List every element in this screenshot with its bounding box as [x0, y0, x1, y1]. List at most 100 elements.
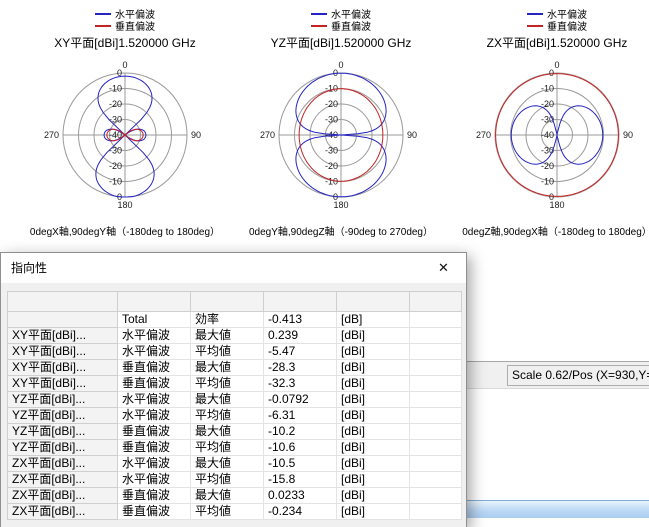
grid-column-header[interactable] [191, 292, 264, 312]
cell-value[interactable]: -0.234 [264, 504, 337, 520]
cell-polarization[interactable]: 垂直偏波 [118, 376, 191, 392]
table-row: ZX平面[dBi]...垂直偏波最大値0.0233[dBi] [8, 488, 462, 504]
cell-value[interactable]: -0.0792 [264, 392, 337, 408]
chart-caption: 0degZ軸,90degX軸（-180deg to 180deg） [462, 223, 649, 238]
row-header-plane[interactable]: YZ平面[dBi]... [8, 392, 118, 408]
cell-value[interactable]: 0.0233 [264, 488, 337, 504]
cell-statistic[interactable]: 効率 [191, 312, 264, 328]
table-row: YZ平面[dBi]...水平偏波最大値-0.0792[dBi] [8, 392, 462, 408]
table-row: ZX平面[dBi]...水平偏波平均値-15.8[dBi] [8, 472, 462, 488]
grid-column-header[interactable] [264, 292, 337, 312]
row-header-plane[interactable] [8, 312, 118, 328]
cell-statistic[interactable]: 平均値 [191, 344, 264, 360]
grid-corner-header[interactable] [8, 292, 118, 312]
cell-polarization[interactable]: 水平偏波 [118, 408, 191, 424]
cell-statistic[interactable]: 平均値 [191, 376, 264, 392]
table-row: YZ平面[dBi]...垂直偏波平均値-10.6[dBi] [8, 440, 462, 456]
cell-polarization[interactable]: Total [118, 312, 191, 328]
angle-label-180: 180 [333, 200, 348, 210]
chart-caption: 0degY軸,90degZ軸（-90deg to 270deg） [249, 223, 433, 238]
cell-unit[interactable]: [dBi] [337, 328, 410, 344]
cell-statistic[interactable]: 平均値 [191, 504, 264, 520]
legend-line-swatch [311, 13, 327, 15]
row-header-plane[interactable]: XY平面[dBi]... [8, 376, 118, 392]
row-header-plane[interactable]: XY平面[dBi]... [8, 360, 118, 376]
cell-unit[interactable]: [dBi] [337, 472, 410, 488]
cell-statistic[interactable]: 最大値 [191, 424, 264, 440]
cell-polarization[interactable]: 垂直偏波 [118, 360, 191, 376]
row-header-plane[interactable]: XY平面[dBi]... [8, 344, 118, 360]
cell-value[interactable]: -10.5 [264, 456, 337, 472]
cell-polarization[interactable]: 垂直偏波 [118, 488, 191, 504]
radial-tick-label: -20 [109, 161, 122, 171]
cell-statistic[interactable]: 平均値 [191, 472, 264, 488]
cell-unit[interactable]: [dBi] [337, 392, 410, 408]
row-header-plane[interactable]: YZ平面[dBi]... [8, 424, 118, 440]
cell-statistic[interactable]: 最大値 [191, 456, 264, 472]
table-row: XY平面[dBi]...垂直偏波平均値-32.3[dBi] [8, 376, 462, 392]
cell-unit[interactable]: [dBi] [337, 456, 410, 472]
row-header-plane[interactable]: XY平面[dBi]... [8, 328, 118, 344]
cell-statistic[interactable]: 最大値 [191, 360, 264, 376]
cell-polarization[interactable]: 垂直偏波 [118, 440, 191, 456]
radial-tick-label: -20 [325, 99, 338, 109]
cell-polarization[interactable]: 水平偏波 [118, 456, 191, 472]
cell-value[interactable]: 0.239 [264, 328, 337, 344]
cell-filler [410, 408, 462, 424]
cell-statistic[interactable]: 最大値 [191, 392, 264, 408]
cell-unit[interactable]: [dBi] [337, 504, 410, 520]
grid-body: Total効率-0.413[dB]XY平面[dBi]...水平偏波最大値0.23… [8, 312, 462, 520]
grid-column-header[interactable] [337, 292, 410, 312]
cell-polarization[interactable]: 垂直偏波 [118, 424, 191, 440]
cell-polarization[interactable]: 水平偏波 [118, 344, 191, 360]
cell-statistic[interactable]: 最大値 [191, 488, 264, 504]
radial-tick-label: 0 [549, 68, 554, 78]
row-header-plane[interactable]: ZX平面[dBi]... [8, 504, 118, 520]
dialog-titlebar[interactable]: 指向性 ✕ [1, 253, 466, 283]
radial-tick-label: -10 [109, 84, 122, 94]
cell-value[interactable]: -15.8 [264, 472, 337, 488]
legend-item: 垂直偏波 [527, 20, 587, 31]
row-header-plane[interactable]: ZX平面[dBi]... [8, 472, 118, 488]
grid-column-header[interactable] [118, 292, 191, 312]
cell-polarization[interactable]: 垂直偏波 [118, 504, 191, 520]
cell-value[interactable]: -10.2 [264, 424, 337, 440]
cell-value[interactable]: -5.47 [264, 344, 337, 360]
cell-filler [410, 376, 462, 392]
app-screen: 水平偏波垂直偏波XY平面[dBi]1.520000 GHz0-10-20-30-… [0, 0, 649, 527]
row-header-plane[interactable]: ZX平面[dBi]... [8, 488, 118, 504]
cell-filler [410, 488, 462, 504]
cell-statistic[interactable]: 最大値 [191, 328, 264, 344]
cell-value[interactable]: -0.413 [264, 312, 337, 328]
directivity-dialog: 指向性 ✕ Total [0, 252, 467, 527]
row-header-plane[interactable]: YZ平面[dBi]... [8, 408, 118, 424]
cell-unit[interactable]: [dBi] [337, 440, 410, 456]
cell-polarization[interactable]: 水平偏波 [118, 328, 191, 344]
chart-legend: 水平偏波垂直偏波 [527, 8, 587, 31]
grid-column-header[interactable] [410, 292, 462, 312]
cell-value[interactable]: -28.3 [264, 360, 337, 376]
cell-unit[interactable]: [dB] [337, 312, 410, 328]
cell-unit[interactable]: [dBi] [337, 408, 410, 424]
grid-header-row [8, 292, 462, 312]
cell-polarization[interactable]: 水平偏波 [118, 392, 191, 408]
cell-statistic[interactable]: 平均値 [191, 408, 264, 424]
cell-polarization[interactable]: 水平偏波 [118, 472, 191, 488]
legend-line-swatch [95, 13, 111, 15]
cell-filler [410, 392, 462, 408]
row-header-plane[interactable]: ZX平面[dBi]... [8, 456, 118, 472]
cell-unit[interactable]: [dBi] [337, 424, 410, 440]
close-button[interactable]: ✕ [421, 253, 466, 283]
cell-statistic[interactable]: 平均値 [191, 440, 264, 456]
cell-unit[interactable]: [dBi] [337, 344, 410, 360]
cell-value[interactable]: -32.3 [264, 376, 337, 392]
cell-unit[interactable]: [dBi] [337, 488, 410, 504]
cell-value[interactable]: -6.31 [264, 408, 337, 424]
radial-tick-label: -30 [109, 146, 122, 156]
cell-value[interactable]: -10.6 [264, 440, 337, 456]
cell-unit[interactable]: [dBi] [337, 360, 410, 376]
cell-unit[interactable]: [dBi] [337, 376, 410, 392]
row-header-plane[interactable]: YZ平面[dBi]... [8, 440, 118, 456]
radial-tick-label: -30 [109, 115, 122, 125]
background-window-bar[interactable] [465, 500, 649, 518]
